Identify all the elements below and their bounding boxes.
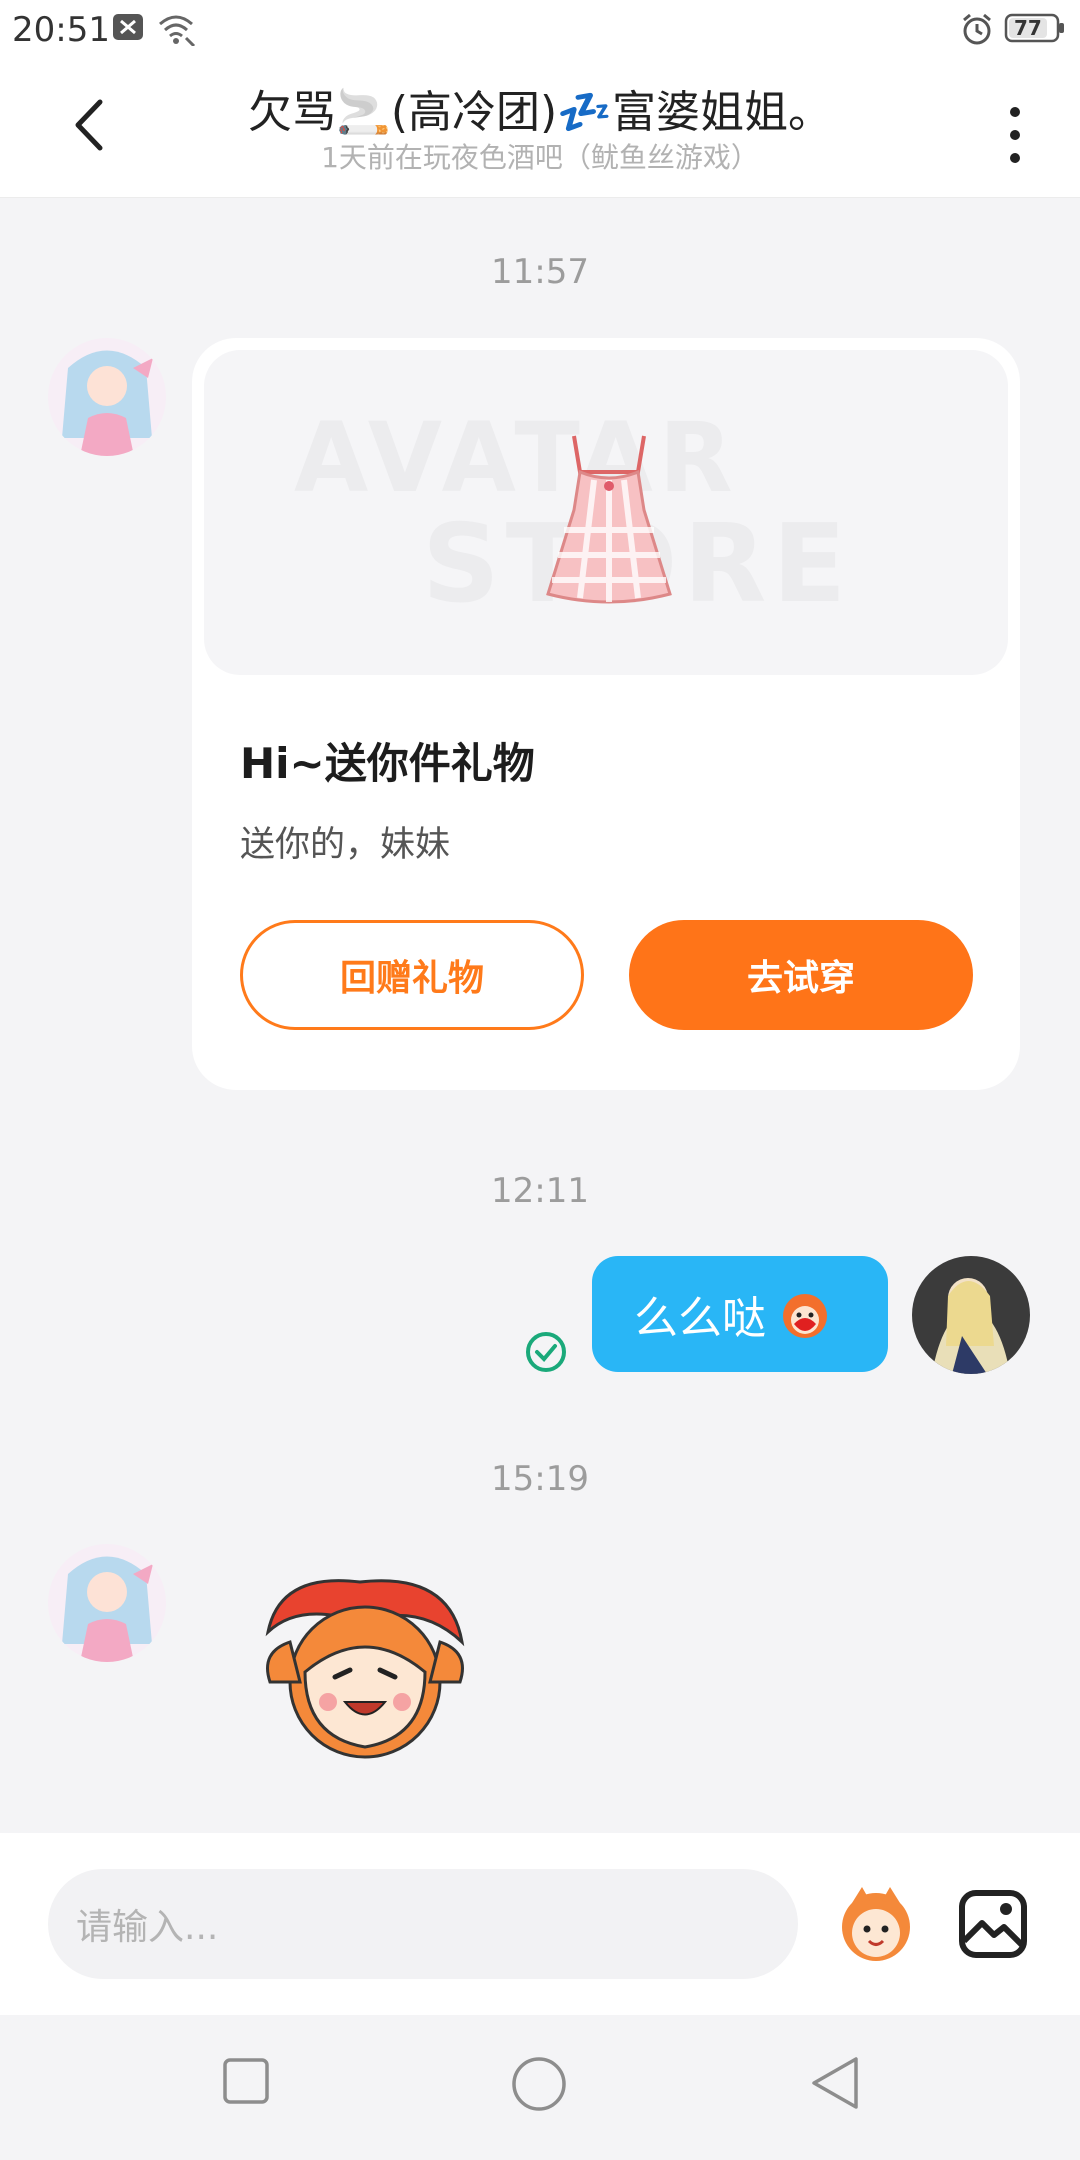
notification-close-icon — [113, 14, 143, 40]
back-button[interactable] — [60, 90, 120, 160]
gift-card[interactable]: AVATAR STORE Hi~送你件礼物 送你的，妹妹 回赠礼物 去试穿 — [192, 338, 1020, 1090]
message-bubble-outgoing[interactable]: 么么哒 — [592, 1256, 888, 1372]
back-arrow-icon — [75, 99, 103, 151]
timestamp: 15:19 — [491, 1459, 589, 1499]
gift-card-title: Hi~送你件礼物 — [240, 739, 535, 788]
timestamp: 12:11 — [491, 1171, 589, 1211]
anime-girl-avatar — [48, 1544, 166, 1662]
try-on-button[interactable]: 去试穿 — [629, 920, 973, 1030]
chat-title: 欠骂🚬(高冷团)💤富婆姐姐。 — [248, 87, 832, 138]
dress-icon — [546, 435, 672, 604]
gift-card-desc: 送你的，妹妹 — [240, 825, 451, 865]
status-time: 20:51 — [12, 10, 110, 50]
message-input-placeholder: 请输入... — [76, 1907, 219, 1948]
read-check-icon — [526, 1332, 566, 1372]
message-input[interactable]: 请输入... — [48, 1869, 798, 1979]
chat-header: 欠骂🚬(高冷团)💤富婆姐姐。 1天前在玩夜色酒吧（鱿鱼丝游戏） — [0, 60, 1080, 198]
more-vertical-icon — [1010, 107, 1020, 163]
chat-subtitle: 1天前在玩夜色酒吧（鱿鱼丝游戏） — [321, 141, 759, 174]
sticker-mascot-icon[interactable] — [832, 1881, 920, 1969]
message-text: 么么哒 — [634, 1293, 766, 1344]
mascot-sticker[interactable] — [250, 1562, 480, 1762]
image-gallery-icon[interactable] — [958, 1889, 1028, 1959]
wifi-icon — [159, 15, 196, 46]
system-nav-bar — [0, 2015, 1080, 2160]
gift-image: AVATAR STORE — [204, 350, 1008, 675]
kiss-sticker-icon — [783, 1294, 827, 1338]
nav-square-icon[interactable] — [222, 2057, 270, 2105]
user-photo-avatar — [912, 1256, 1030, 1374]
nav-triangle-icon[interactable] — [808, 2055, 860, 2111]
timestamp: 11:57 — [491, 252, 589, 292]
return-gift-button[interactable]: 回赠礼物 — [240, 920, 584, 1030]
anime-girl-avatar — [48, 338, 166, 456]
more-button[interactable] — [990, 96, 1040, 176]
composer: 请输入... — [0, 1833, 1080, 2015]
avatar-contact[interactable] — [48, 338, 166, 456]
avatar-self[interactable] — [912, 1256, 1030, 1374]
battery-level: 77 — [1014, 16, 1042, 40]
nav-circle-icon[interactable] — [510, 2055, 568, 2113]
status-bar: 20:51 77 — [0, 0, 1080, 60]
avatar-contact[interactable] — [48, 1544, 166, 1662]
alarm-icon — [963, 13, 991, 45]
